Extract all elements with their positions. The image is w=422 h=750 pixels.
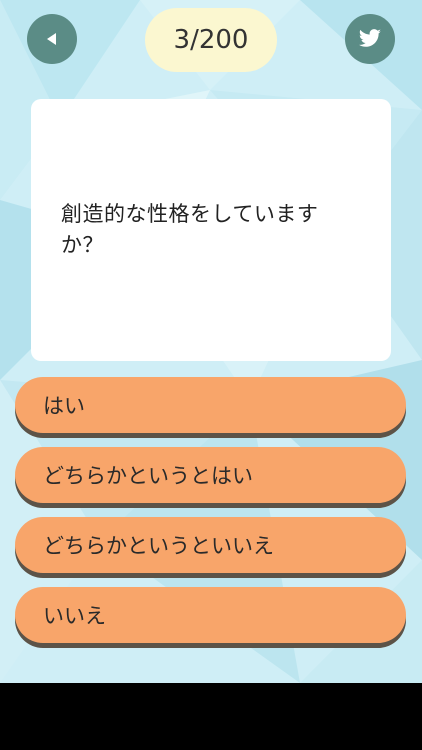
answer-label: いいえ [43,604,106,628]
answer-label: どちらかというといいえ [43,534,274,558]
back-triangle-icon [47,33,56,45]
answer-button-yes[interactable]: はい [15,377,406,433]
question-text: 創造的な性格をしていますか？ [61,202,319,257]
twitter-bird-icon [358,29,381,47]
answer-button-no[interactable]: いいえ [15,587,406,643]
quiz-screen: 3/200 創造的な性格をしていますか？ はい どちらかというとはい どちらかと… [0,0,422,683]
progress-counter: 3/200 [145,8,277,72]
back-button[interactable] [27,14,77,64]
bottom-black-bar [0,683,422,750]
question-card: 創造的な性格をしていますか？ [31,99,391,361]
progress-text: 3/200 [173,25,249,55]
answer-button-somewhat-no[interactable]: どちらかというといいえ [15,517,406,573]
answer-label: はい [43,394,85,418]
answer-button-somewhat-yes[interactable]: どちらかというとはい [15,447,406,503]
twitter-share-button[interactable] [345,14,395,64]
answer-label: どちらかというとはい [43,464,253,488]
